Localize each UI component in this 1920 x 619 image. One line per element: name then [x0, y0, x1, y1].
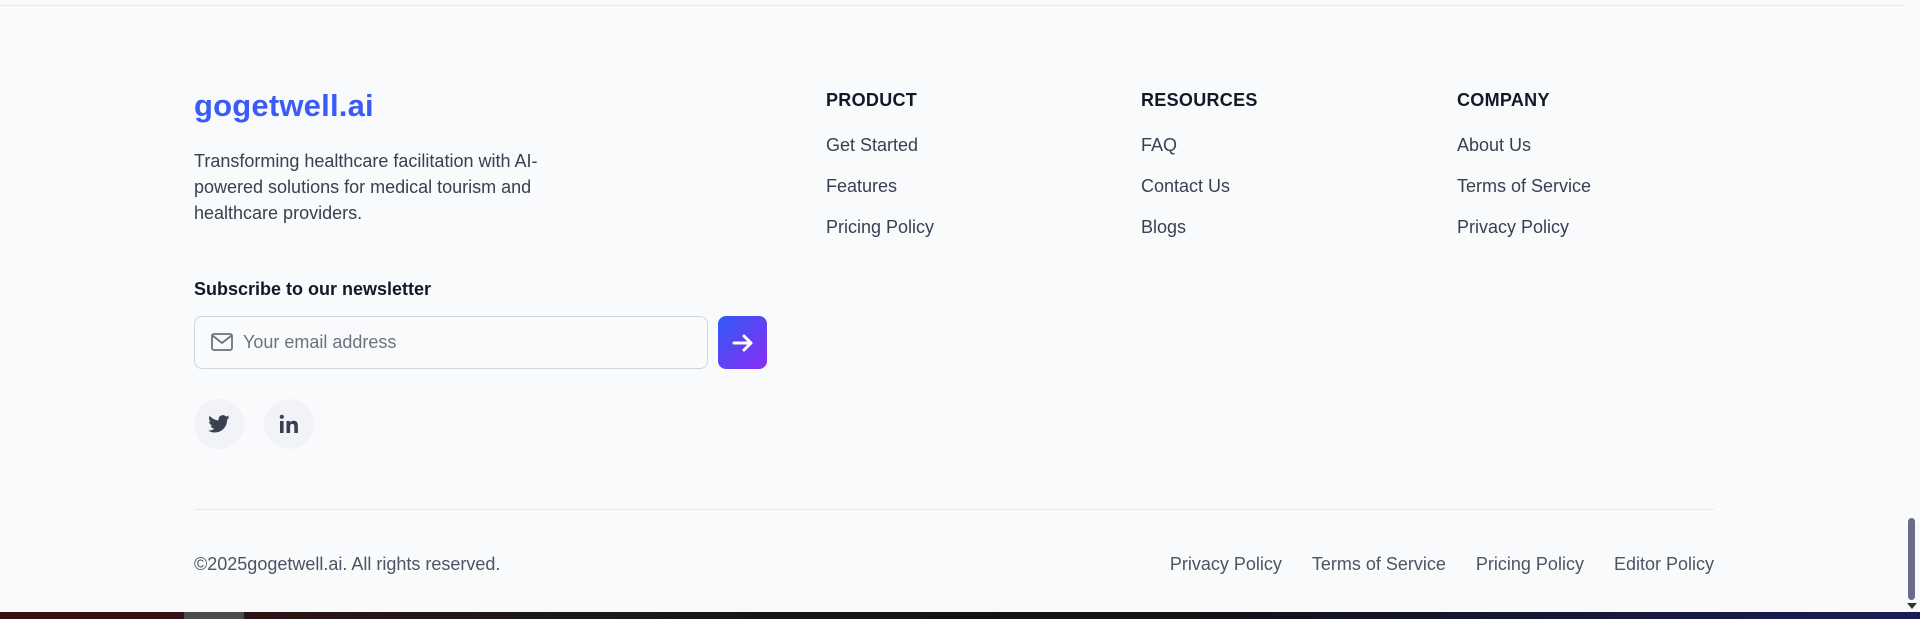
subscribe-button[interactable] — [718, 316, 767, 369]
taskbar-active-item[interactable] — [184, 612, 244, 619]
twitter-link[interactable] — [194, 399, 244, 449]
footer-link-contact-us[interactable]: Contact Us — [1141, 175, 1258, 197]
column-title-product: PRODUCT — [826, 90, 918, 110]
footer-divider — [194, 509, 1714, 510]
column-title-company: COMPANY — [1457, 90, 1550, 110]
footer-link-features[interactable]: Features — [826, 175, 934, 197]
footer-column-company: COMPANY About Us Terms of Service Privac… — [1457, 89, 1591, 238]
footer-column-resources: RESOURCES FAQ Contact Us Blogs — [1141, 89, 1258, 238]
copyright-text: ©2025gogetwell.ai. All rights reserved. — [194, 554, 501, 574]
footer-link-blogs[interactable]: Blogs — [1141, 216, 1258, 238]
footer-link-get-started[interactable]: Get Started — [826, 134, 934, 156]
brand-logo[interactable]: gogetwell.ai — [194, 88, 374, 124]
linkedin-link[interactable] — [264, 399, 314, 449]
column-title-resources: RESOURCES — [1141, 90, 1258, 110]
os-taskbar — [0, 612, 1920, 619]
page-scrollbar[interactable] — [1905, 0, 1920, 612]
legal-link-editor-policy[interactable]: Editor Policy — [1614, 553, 1714, 575]
twitter-icon — [208, 415, 230, 433]
linkedin-icon — [279, 414, 298, 433]
footer-link-about-us[interactable]: About Us — [1457, 134, 1591, 156]
site-footer: gogetwell.ai Transforming healthcare fac… — [0, 0, 1905, 612]
footer-link-privacy-policy[interactable]: Privacy Policy — [1457, 216, 1591, 238]
newsletter-title: Subscribe to our newsletter — [194, 279, 432, 299]
newsletter-email-field[interactable] — [194, 316, 708, 369]
footer-link-terms-of-service[interactable]: Terms of Service — [1457, 175, 1591, 197]
scrollbar-thumb[interactable] — [1908, 518, 1915, 600]
legal-link-privacy-policy[interactable]: Privacy Policy — [1170, 553, 1282, 575]
footer-link-faq[interactable]: FAQ — [1141, 134, 1258, 156]
legal-links: Privacy Policy Terms of Service Pricing … — [1170, 553, 1714, 575]
mail-icon — [211, 333, 233, 351]
footer-column-product: PRODUCT Get Started Features Pricing Pol… — [826, 89, 934, 238]
legal-link-pricing-policy[interactable]: Pricing Policy — [1476, 553, 1584, 575]
legal-link-terms-of-service[interactable]: Terms of Service — [1312, 553, 1446, 575]
email-input[interactable] — [243, 317, 693, 368]
scroll-down-arrow-icon[interactable] — [1907, 603, 1917, 609]
brand-tagline: Transforming healthcare facilitation wit… — [194, 151, 538, 223]
footer-link-pricing-policy[interactable]: Pricing Policy — [826, 216, 934, 238]
arrow-right-icon — [732, 334, 752, 351]
